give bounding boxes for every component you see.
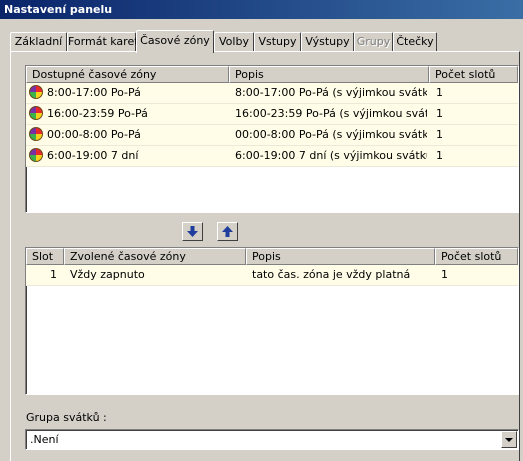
zone-description: 16:00-23:59 Po-Pá (s výjimkou svátků) [235,107,427,120]
zone-slots: 1 [436,107,443,120]
column-header-slot[interactable]: Slot [26,248,64,265]
zone-slots: 1 [436,149,443,162]
tab-vystupy[interactable]: Výstupy [301,32,354,51]
tab-ctecky[interactable]: Čtečky [393,32,437,51]
zone-slots: 1 [441,268,448,281]
list-header: Dostupné časové zóny Popis Počet slotů [26,66,518,83]
column-header-selected-zones[interactable]: Zvolené časové zóny [64,248,246,265]
tab-casove-zony[interactable]: Časové zóny [136,30,214,53]
window-title: Nastavení panelu [0,0,523,19]
tab-format-karet[interactable]: Formát karet [67,32,139,51]
arrow-down-icon [187,226,198,237]
timezone-pie-icon [29,85,43,99]
holiday-group-value: .Není [30,433,59,446]
column-header-available-zones[interactable]: Dostupné časové zóny [26,66,229,83]
column-header-slot-count[interactable]: Počet slotů [435,248,518,265]
list-item[interactable]: 00:00-8:00 Po-Pá 00:00-8:00 Po-Pá (s výj… [26,125,518,146]
zone-description: tato čas. zóna je vždy platná [252,268,411,281]
zone-description: 6:00-19:00 7 dní (s výjimkou svátků) [235,149,427,162]
holiday-group-label: Grupa svátků : [26,411,107,424]
move-down-button[interactable] [182,222,203,241]
dropdown-button[interactable] [501,431,517,448]
available-timezones-list[interactable]: Dostupné časové zóny Popis Počet slotů 8… [25,65,519,213]
slot-number: 1 [50,268,57,281]
timezone-pie-icon [29,148,43,162]
column-header-slot-count[interactable]: Počet slotů [429,66,518,83]
tab-volby[interactable]: Volby [214,32,254,51]
zone-slots: 1 [436,86,443,99]
zone-name: 8:00-17:00 Po-Pá [47,86,141,99]
selected-timezones-list[interactable]: Slot Zvolené časové zóny Popis Počet slo… [25,247,519,395]
move-up-button[interactable] [217,222,238,241]
zone-name: Vždy zapnuto [70,268,145,281]
zone-description: 00:00-8:00 Po-Pá (s výjimkou svátků) [235,128,427,141]
zone-description: 8:00-17:00 Po-Pá (s výjimkou svátků) [235,86,427,99]
list-item[interactable]: 6:00-19:00 7 dní 6:00-19:00 7 dní (s výj… [26,146,518,167]
column-header-description[interactable]: Popis [229,66,429,83]
tab-vstupy[interactable]: Vstupy [254,32,301,51]
holiday-group-select[interactable]: .Není [25,429,519,450]
arrow-up-icon [222,226,233,237]
zone-name: 6:00-19:00 7 dní [47,149,139,162]
tab-grupy: Grupy [354,32,393,51]
list-item[interactable]: 8:00-17:00 Po-Pá 8:00-17:00 Po-Pá (s výj… [26,83,518,104]
list-item[interactable]: 16:00-23:59 Po-Pá 16:00-23:59 Po-Pá (s v… [26,104,518,125]
column-header-description[interactable]: Popis [246,248,435,265]
tab-zakladni[interactable]: Základní [10,32,67,51]
timezone-pie-icon [29,106,43,120]
list-header: Slot Zvolené časové zóny Popis Počet slo… [26,248,518,265]
list-item[interactable]: 1 Vždy zapnuto tato čas. zóna je vždy pl… [26,265,518,286]
zone-name: 16:00-23:59 Po-Pá [47,107,148,120]
zone-slots: 1 [436,128,443,141]
zone-name: 00:00-8:00 Po-Pá [47,128,141,141]
timezone-pie-icon [29,127,43,141]
chevron-down-icon [505,438,513,442]
